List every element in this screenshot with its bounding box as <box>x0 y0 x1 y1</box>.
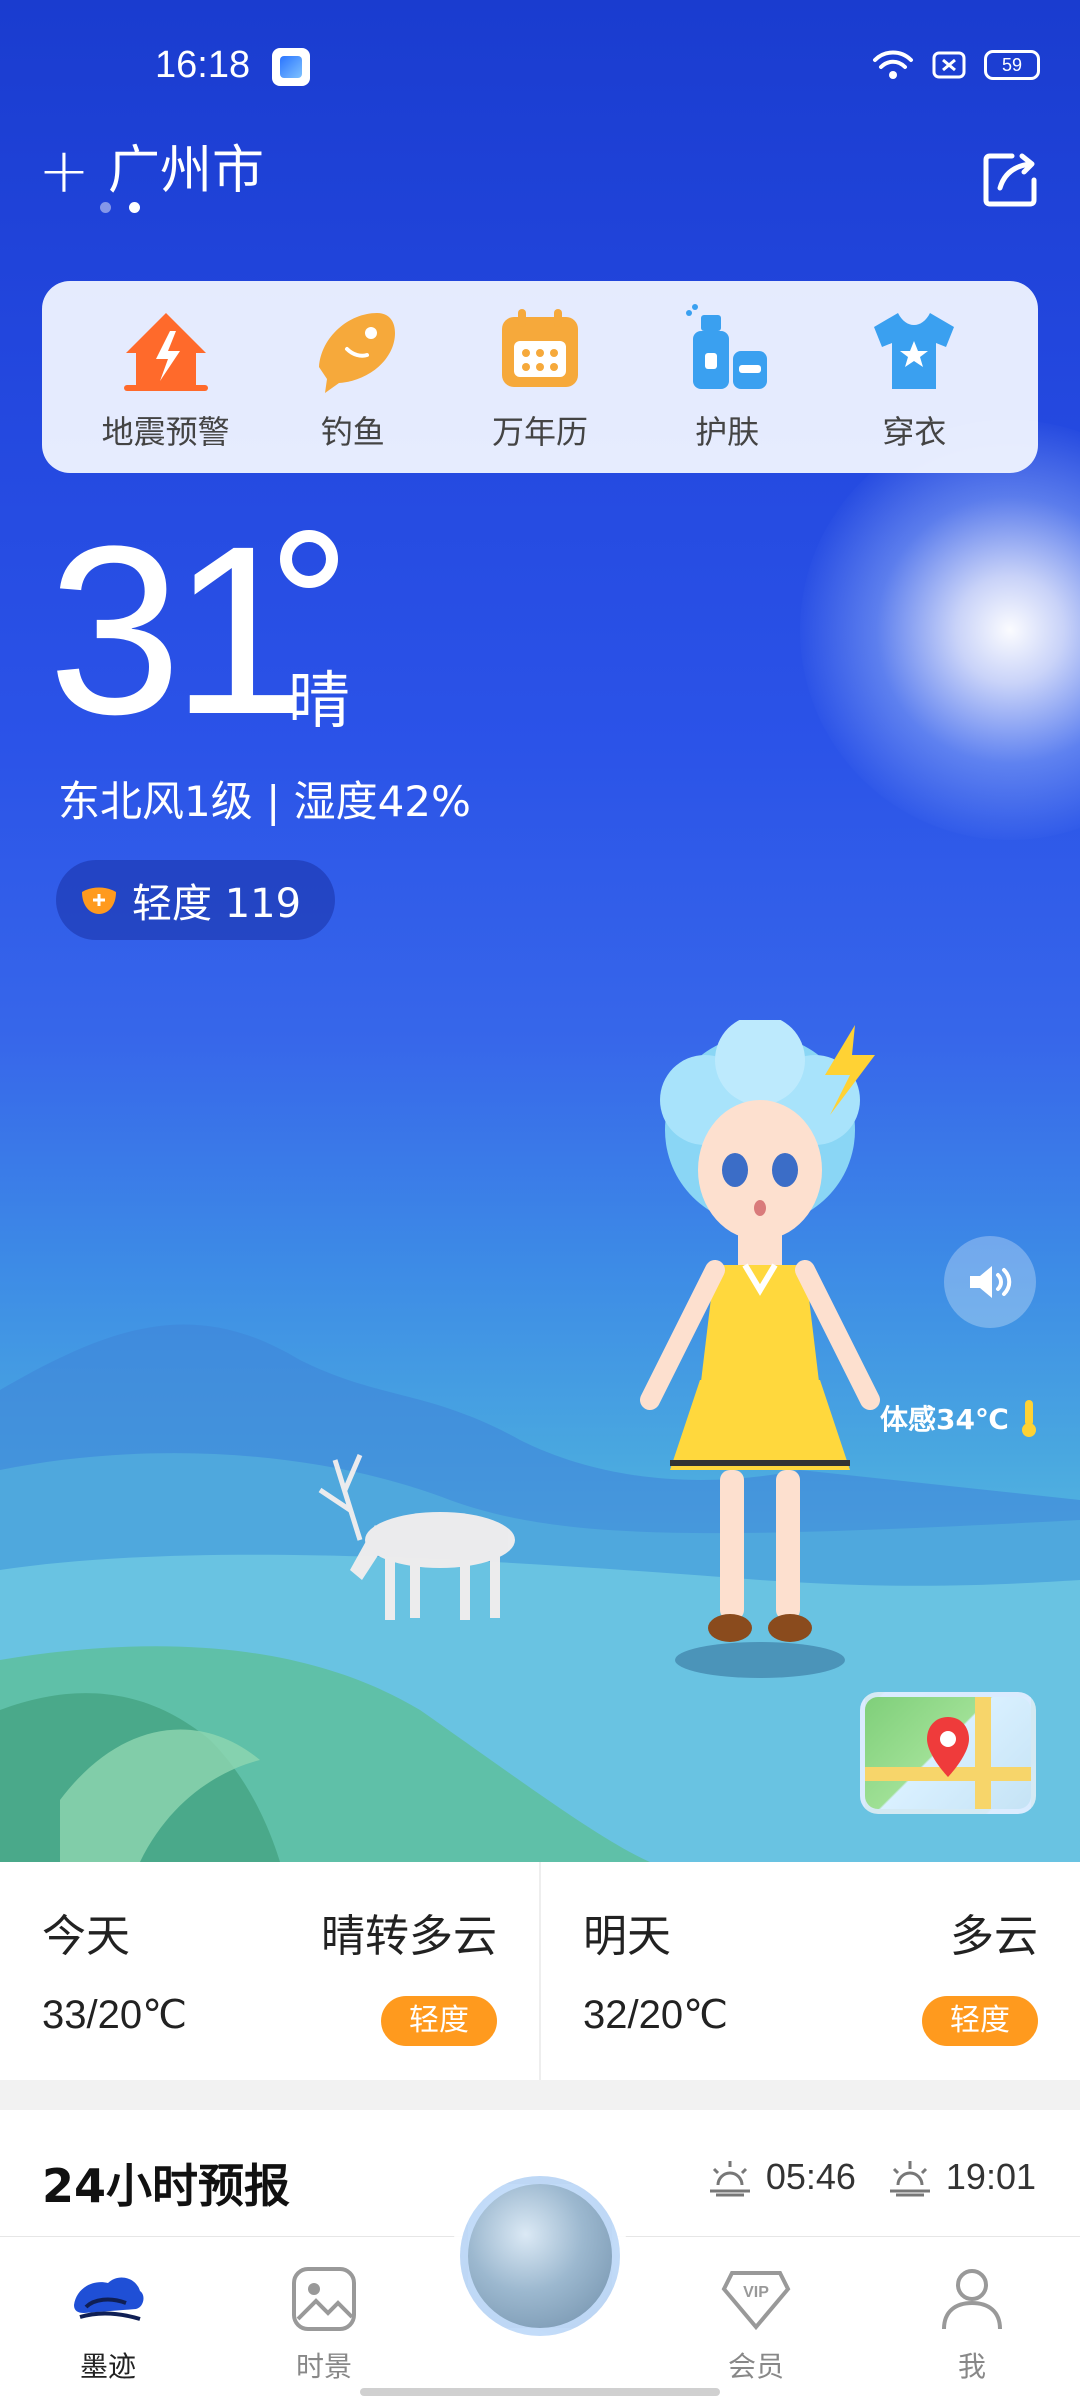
tool-label: 护肤 <box>695 413 760 451</box>
forecast-condition: 晴转多云 <box>321 1911 497 1962</box>
tools-card: 地震预警 钓鱼 万年历 护肤 穿衣 <box>42 281 1038 473</box>
mask-icon <box>82 887 116 914</box>
add-city-button[interactable]: + <box>38 140 90 202</box>
calendar-icon <box>501 309 578 387</box>
tshirt-icon <box>874 313 955 389</box>
nav-label: 时景 <box>295 2350 352 2383</box>
forecast-temp-range: 32/20℃ <box>583 1993 729 2037</box>
fish-icon <box>318 313 395 393</box>
nav-label: 墨迹 <box>79 2350 136 2383</box>
battery-indicator: 59 <box>984 50 1040 80</box>
tool-calendar[interactable]: 万年历 <box>455 301 625 453</box>
speaker-icon <box>970 1266 1012 1298</box>
avatar-character <box>640 1020 880 1678</box>
current-condition: 晴 <box>288 664 351 737</box>
vip-icon: VIP <box>721 2271 791 2331</box>
moji-logo-icon <box>74 2277 144 2321</box>
center-sky-scene-button[interactable] <box>460 2176 620 2336</box>
sunset: 19:01 <box>886 2156 1036 2198</box>
tool-label: 钓鱼 <box>320 413 385 451</box>
daily-forecast-row: 今天 晴转多云 33/20℃ 轻度 明天 多云 32/20℃ 轻度 <box>0 1862 1080 2080</box>
wind-humidity-text: 东北风1级 | 湿度42% <box>58 777 471 826</box>
city-header[interactable]: + 广州市 <box>38 140 264 202</box>
feels-like-label: 体感34℃ <box>880 1398 1041 1438</box>
forecast-aqi-badge: 轻度 <box>381 1996 497 2046</box>
weather-map-button[interactable] <box>860 1692 1036 1814</box>
tool-label: 穿衣 <box>882 413 947 451</box>
page-dot <box>100 202 111 213</box>
page-dot-active <box>129 202 140 213</box>
current-temperature: 31 <box>48 496 305 764</box>
tool-fishing[interactable]: 钓鱼 <box>268 301 438 453</box>
forecast-temp-range: 33/20℃ <box>42 1993 188 2037</box>
gallery-icon <box>292 2267 356 2331</box>
forecast-day: 明天 <box>583 1911 671 1962</box>
forecast-day: 今天 <box>42 1911 130 1962</box>
sun-times: 05:46 19:01 <box>706 2156 1036 2198</box>
tool-skincare[interactable]: 护肤 <box>642 301 812 453</box>
map-pin-icon <box>865 1697 1031 1809</box>
sunrise-time: 05:46 <box>765 2156 856 2197</box>
section-divider <box>0 2080 1080 2110</box>
status-time: 16:18 <box>155 44 251 86</box>
thermometer-icon <box>1021 1400 1036 1437</box>
forecast-condition: 多云 <box>950 1911 1038 1962</box>
profile-icon <box>942 2269 1002 2330</box>
svg-text:VIP: VIP <box>743 2284 769 2301</box>
forecast-today[interactable]: 今天 晴转多云 33/20℃ 轻度 <box>0 1862 539 2080</box>
voice-broadcast-button[interactable] <box>944 1236 1036 1328</box>
nav-item-moji[interactable]: 墨迹 <box>38 2261 178 2385</box>
status-icons: 59 <box>872 48 1040 82</box>
sunset-icon <box>889 2161 930 2197</box>
aqi-text: 轻度 119 <box>132 881 302 927</box>
city-name[interactable]: 广州市 <box>108 140 264 202</box>
forecast-aqi-badge: 轻度 <box>922 1996 1038 2046</box>
tool-earthquake-alert[interactable]: 地震预警 <box>81 301 251 453</box>
notification-app-icon <box>272 48 310 86</box>
feels-like-text: 体感34℃ <box>880 1403 1009 1436</box>
nav-item-vip[interactable]: VIP 会员 <box>686 2261 826 2385</box>
nav-label: 会员 <box>727 2350 784 2383</box>
skincare-icon <box>686 304 768 389</box>
nav-item-me[interactable]: 我 <box>902 2261 1042 2385</box>
wifi-icon <box>873 50 913 79</box>
tool-label: 万年历 <box>491 413 588 451</box>
earthquake-alert-icon <box>123 313 208 391</box>
status-bar: 16:18 59 <box>0 0 1080 130</box>
forecast-tomorrow[interactable]: 明天 多云 32/20℃ 轻度 <box>539 1862 1080 2080</box>
sun-glow <box>800 420 1080 840</box>
nav-item-scenes[interactable]: 时景 <box>254 2261 394 2385</box>
nav-label: 我 <box>957 2350 986 2383</box>
sim-off-icon <box>932 51 966 79</box>
hourly-title: 24小时预报 <box>42 2159 291 2213</box>
sunrise: 05:46 <box>706 2156 856 2198</box>
tool-label: 地震预警 <box>101 413 230 451</box>
home-indicator[interactable] <box>360 2388 720 2396</box>
degree-symbol <box>280 530 338 588</box>
aqi-badge[interactable]: 轻度 119 <box>56 860 336 940</box>
share-icon[interactable] <box>982 150 1040 208</box>
page-indicator <box>100 202 140 213</box>
tool-clothing[interactable]: 穿衣 <box>829 301 999 453</box>
sunset-time: 19:01 <box>945 2156 1036 2197</box>
sunrise-icon <box>709 2161 750 2197</box>
